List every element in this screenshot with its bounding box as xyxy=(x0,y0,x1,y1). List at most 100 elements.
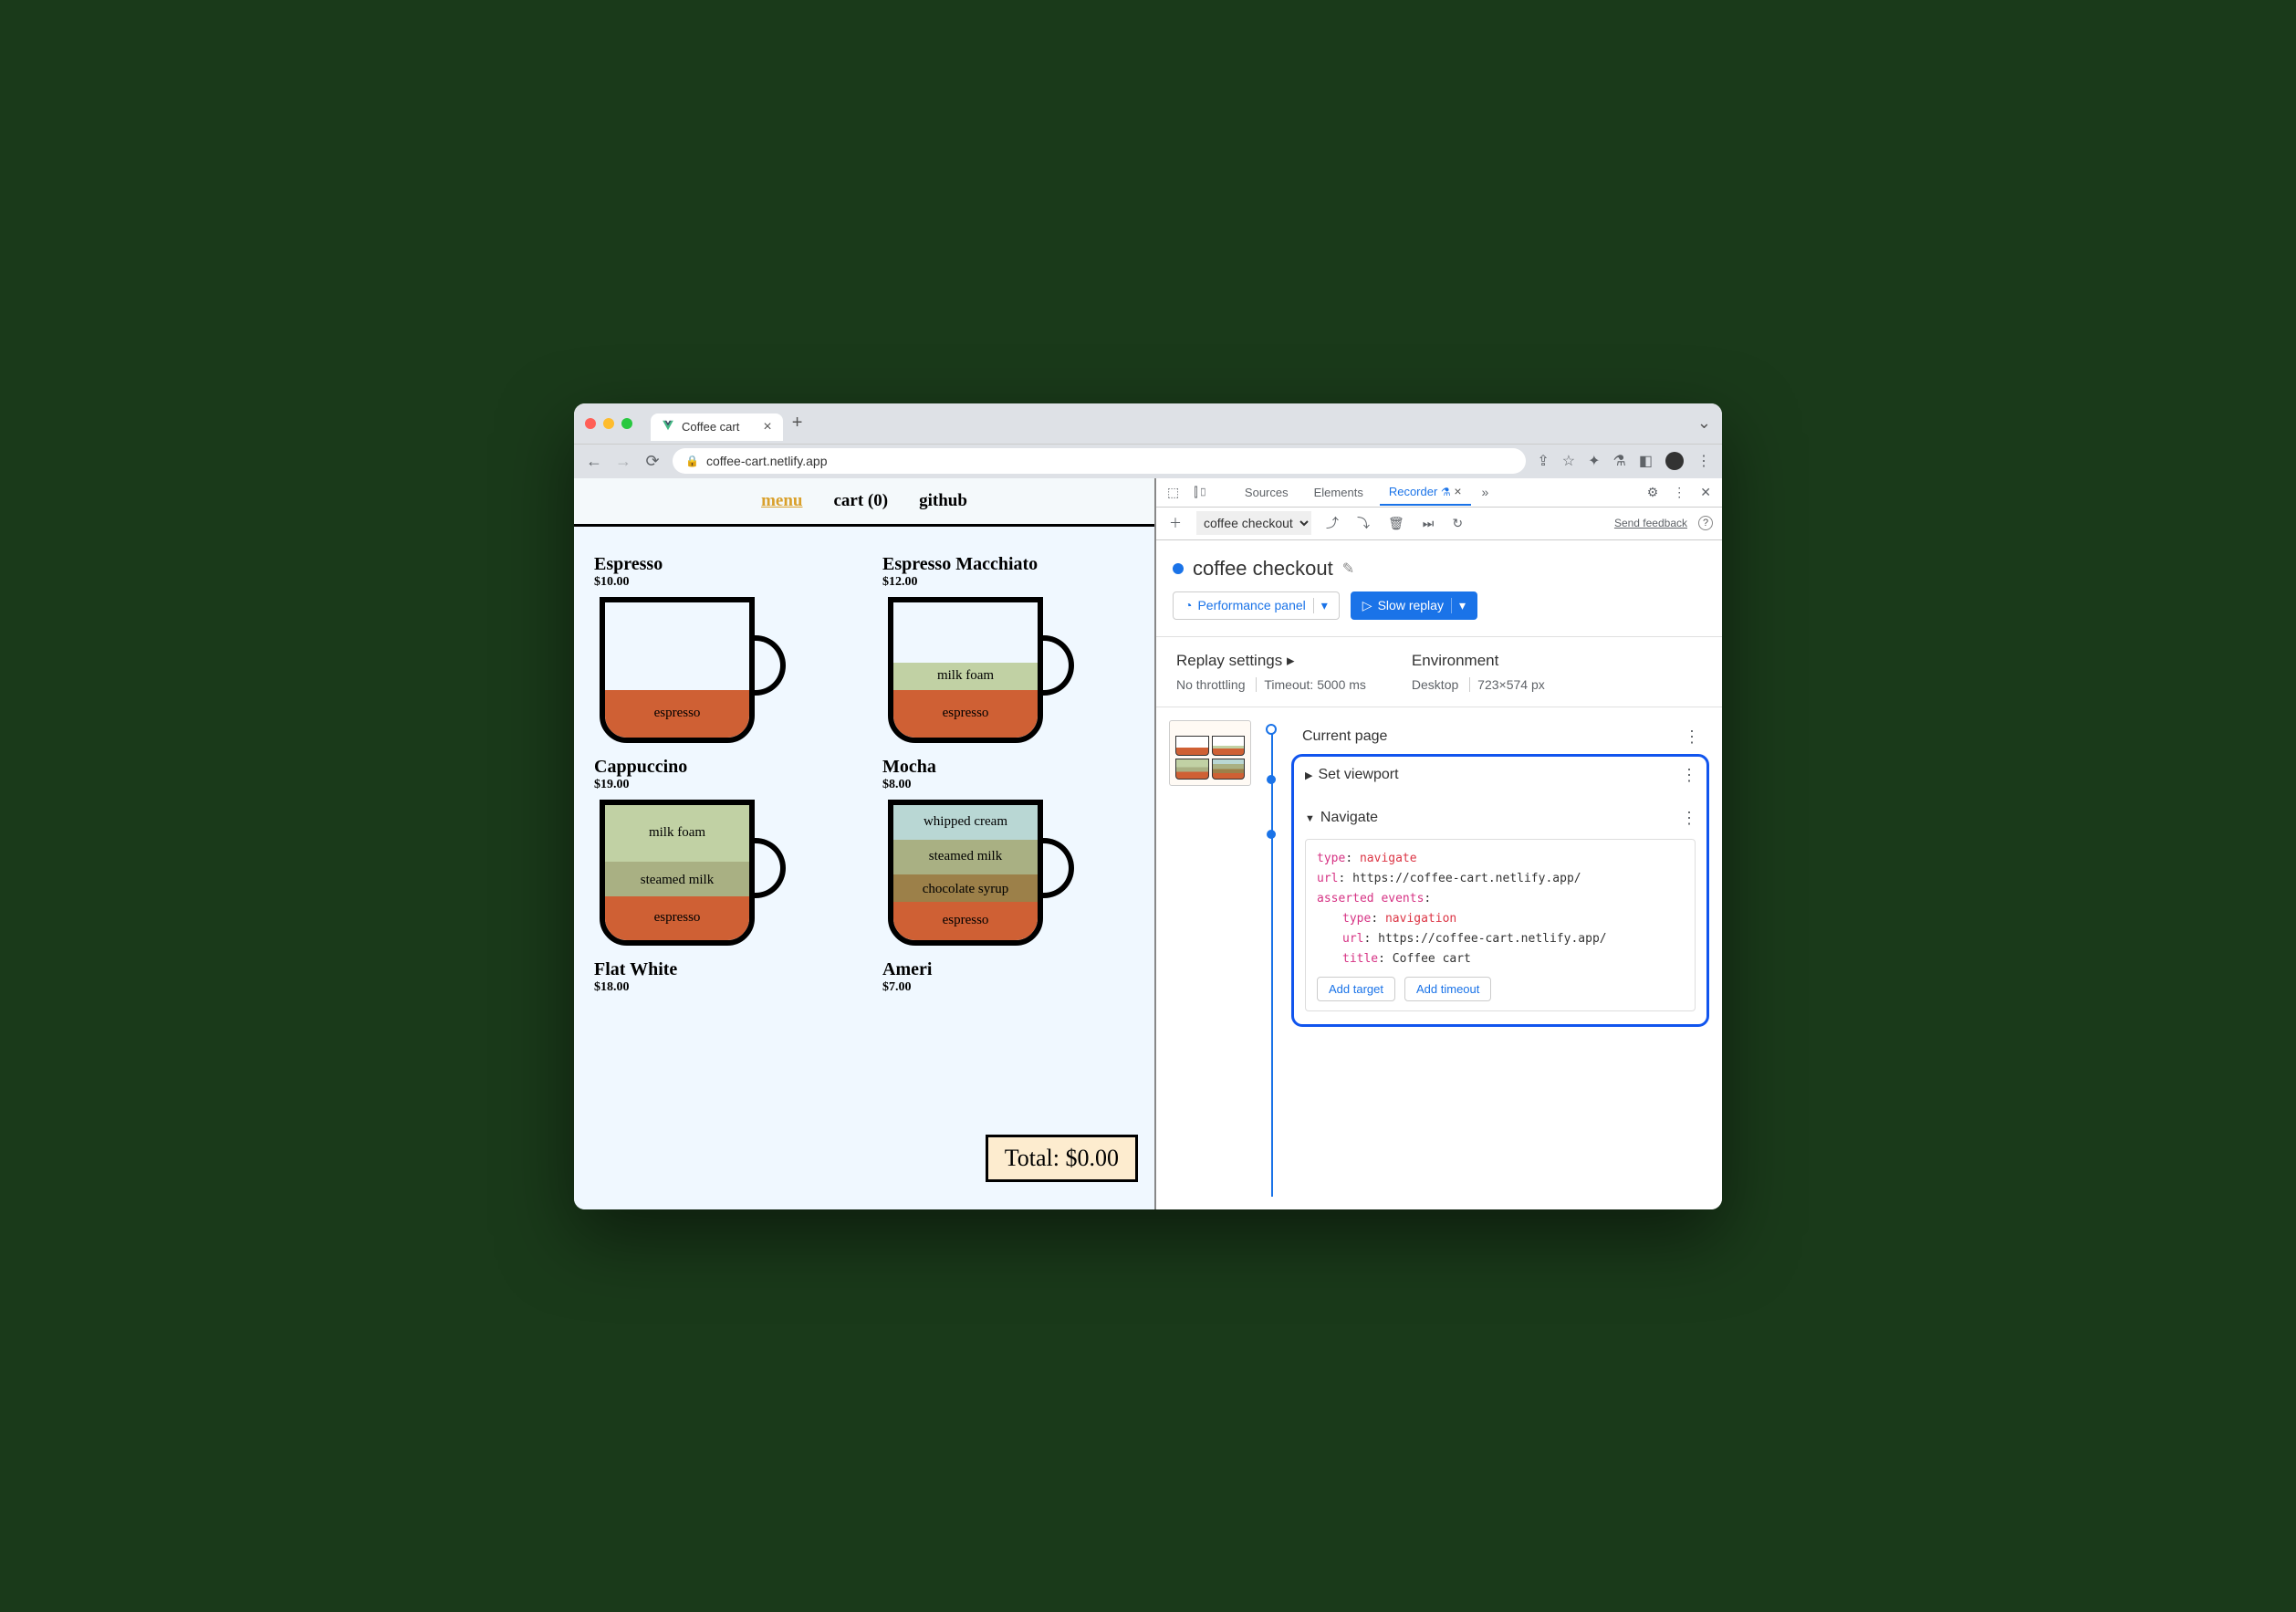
devtools-close-icon[interactable]: ✕ xyxy=(1696,481,1715,504)
step-menu-icon[interactable]: ⋮ xyxy=(1684,727,1698,747)
total-box[interactable]: Total: $0.00 xyxy=(986,1135,1138,1182)
cup-icon[interactable]: whipped cream steamed milk chocolate syr… xyxy=(882,800,1074,950)
timeout-value: Timeout: 5000 ms xyxy=(1264,677,1366,692)
product-americano: Ameri $7.00 xyxy=(882,959,1134,1002)
address-bar: ← → ⟳ 🔒 coffee-cart.netlify.app ⇪ ☆ ✦ ⚗ … xyxy=(574,444,1722,478)
traffic-lights xyxy=(585,418,651,429)
product-price: $8.00 xyxy=(882,778,1134,792)
tab-close-icon[interactable]: × xyxy=(1454,484,1461,498)
viewport-value: 723×574 px xyxy=(1477,677,1545,692)
product-name: Mocha xyxy=(882,757,1134,778)
layer-steamed-milk: steamed milk xyxy=(893,840,1038,874)
tab-title: Coffee cart xyxy=(682,420,739,434)
step-set-viewport[interactable]: ▶Set viewport ⋮ xyxy=(1294,760,1706,790)
recording-title: coffee checkout xyxy=(1193,557,1333,581)
new-tab-icon[interactable]: + xyxy=(792,413,803,434)
device-icon[interactable]: ⫿▯ xyxy=(1190,481,1212,504)
gear-icon[interactable]: ⚙ xyxy=(1644,481,1663,504)
layer-chocolate-syrup: chocolate syrup xyxy=(893,874,1038,905)
performance-panel-button[interactable]: ◔ Performance panel ▾ xyxy=(1173,591,1340,620)
add-timeout-button[interactable]: Add timeout xyxy=(1404,977,1491,1001)
tab-elements[interactable]: Elements xyxy=(1305,480,1372,505)
layer-espresso: espresso xyxy=(893,902,1038,940)
device-value: Desktop xyxy=(1412,677,1458,692)
chevron-down-icon[interactable]: ▾ xyxy=(1313,598,1328,613)
minimize-window-icon[interactable] xyxy=(603,418,614,429)
recording-buttons: ◔ Performance panel ▾ ▷ Slow replay ▾ xyxy=(1156,591,1722,636)
tab-recorder[interactable]: Recorder ⚗ × xyxy=(1380,478,1471,506)
nav-menu[interactable]: menu xyxy=(761,491,802,511)
extensions-icon[interactable]: ✦ xyxy=(1588,452,1600,470)
more-tabs-icon[interactable]: » xyxy=(1478,481,1493,503)
recording-status-icon xyxy=(1173,563,1184,574)
gauge-icon: ◔ xyxy=(1185,598,1192,612)
throttle-value: No throttling xyxy=(1176,677,1245,692)
send-feedback-link[interactable]: Send feedback xyxy=(1614,517,1687,529)
devtools-menu-icon[interactable]: ⋮ xyxy=(1669,481,1689,504)
cup-icon[interactable]: espresso xyxy=(594,597,786,748)
page-nav: menu cart (0) github xyxy=(574,478,1154,527)
edit-icon[interactable]: ✎ xyxy=(1342,560,1354,578)
step-menu-icon[interactable]: ⋮ xyxy=(1681,766,1696,785)
inspect-icon[interactable]: ⬚ xyxy=(1164,481,1183,504)
nav-github[interactable]: github xyxy=(919,491,967,511)
product-price: $10.00 xyxy=(594,575,846,590)
product-name: Espresso xyxy=(594,554,846,575)
step-navigate[interactable]: ▼Navigate ⋮ xyxy=(1294,803,1706,833)
step-icon[interactable]: ↻ xyxy=(1448,512,1466,535)
labs-icon[interactable]: ⚗ xyxy=(1613,452,1626,470)
close-window-icon[interactable] xyxy=(585,418,596,429)
profile-avatar[interactable] xyxy=(1665,452,1684,470)
product-name: Flat White xyxy=(594,959,846,980)
chevron-down-icon[interactable]: ▾ xyxy=(1451,598,1466,613)
browser-window: Coffee cart × + ⌄ ← → ⟳ 🔒 coffee-cart.ne… xyxy=(574,403,1722,1209)
product-name: Cappuccino xyxy=(594,757,846,778)
browser-menu-icon[interactable]: ⋮ xyxy=(1696,452,1711,470)
replay-settings[interactable]: Replay settings ▸ No throttling Timeout:… xyxy=(1176,652,1366,692)
forward-icon[interactable]: → xyxy=(614,452,632,471)
help-icon[interactable]: ? xyxy=(1698,516,1713,530)
tab-sources[interactable]: Sources xyxy=(1236,480,1298,505)
export-icon[interactable]: ⤴ xyxy=(1322,510,1342,536)
step-card-highlighted: ▶Set viewport ⋮ ▼Navigate ⋮ type: naviga… xyxy=(1291,754,1709,1028)
import-icon[interactable]: ⤵ xyxy=(1353,510,1373,536)
cup-icon[interactable]: milk foam steamed milk espresso xyxy=(594,800,786,950)
share-icon[interactable]: ⇪ xyxy=(1537,452,1549,470)
flask-icon: ⚗ xyxy=(1441,486,1451,498)
chevron-right-icon: ▶ xyxy=(1305,770,1312,781)
steps-list: Current page ⋮ ▶Set viewport ⋮ ▼Navigate… xyxy=(1291,720,1709,1197)
settings-box: Replay settings ▸ No throttling Timeout:… xyxy=(1156,636,1722,707)
new-recording-icon[interactable]: ＋ xyxy=(1165,510,1185,536)
screenshot-thumbnail[interactable] xyxy=(1169,720,1251,786)
step-menu-icon[interactable]: ⋮ xyxy=(1681,809,1696,828)
delete-icon[interactable]: 🗑 xyxy=(1384,512,1408,535)
page: menu cart (0) github Espresso $10.00 esp… xyxy=(574,478,1156,1209)
reload-icon[interactable]: ⟳ xyxy=(643,452,662,471)
nav-cart[interactable]: cart (0) xyxy=(833,491,888,511)
product-cappuccino: Cappuccino $19.00 milk foam steamed milk… xyxy=(594,757,846,950)
tab-close-icon[interactable]: × xyxy=(763,419,771,435)
step-current-page[interactable]: Current page ⋮ xyxy=(1291,720,1709,754)
chevron-down-icon: ▼ xyxy=(1305,813,1315,824)
step-code: type: navigate url: https://coffee-cart.… xyxy=(1305,839,1696,1012)
continue-icon[interactable]: ⏭ xyxy=(1419,512,1438,535)
url-input[interactable]: 🔒 coffee-cart.netlify.app xyxy=(673,448,1526,474)
product-price: $18.00 xyxy=(594,980,846,995)
layer-whipped-cream: whipped cream xyxy=(893,805,1038,840)
devtools: ⬚ ⫿▯ Sources Elements Recorder ⚗ × » ⚙ ⋮… xyxy=(1156,478,1722,1209)
maximize-window-icon[interactable] xyxy=(621,418,632,429)
bookmark-icon[interactable]: ☆ xyxy=(1562,452,1575,470)
browser-tab[interactable]: Coffee cart × xyxy=(651,413,783,441)
layer-espresso: espresso xyxy=(605,690,749,738)
vue-icon xyxy=(662,419,674,434)
steps-area: Current page ⋮ ▶Set viewport ⋮ ▼Navigate… xyxy=(1156,707,1722,1209)
back-icon[interactable]: ← xyxy=(585,452,603,471)
cup-icon[interactable]: milk foam espresso xyxy=(882,597,1074,748)
layer-espresso: espresso xyxy=(893,690,1038,738)
sidepanel-icon[interactable]: ◧ xyxy=(1639,452,1653,470)
tabs-overflow-icon[interactable]: ⌄ xyxy=(1697,413,1711,433)
slow-replay-button[interactable]: ▷ Slow replay ▾ xyxy=(1351,591,1477,620)
recording-select[interactable]: coffee checkout xyxy=(1196,511,1311,535)
layer-milk-foam: milk foam xyxy=(605,805,749,862)
add-target-button[interactable]: Add target xyxy=(1317,977,1395,1001)
